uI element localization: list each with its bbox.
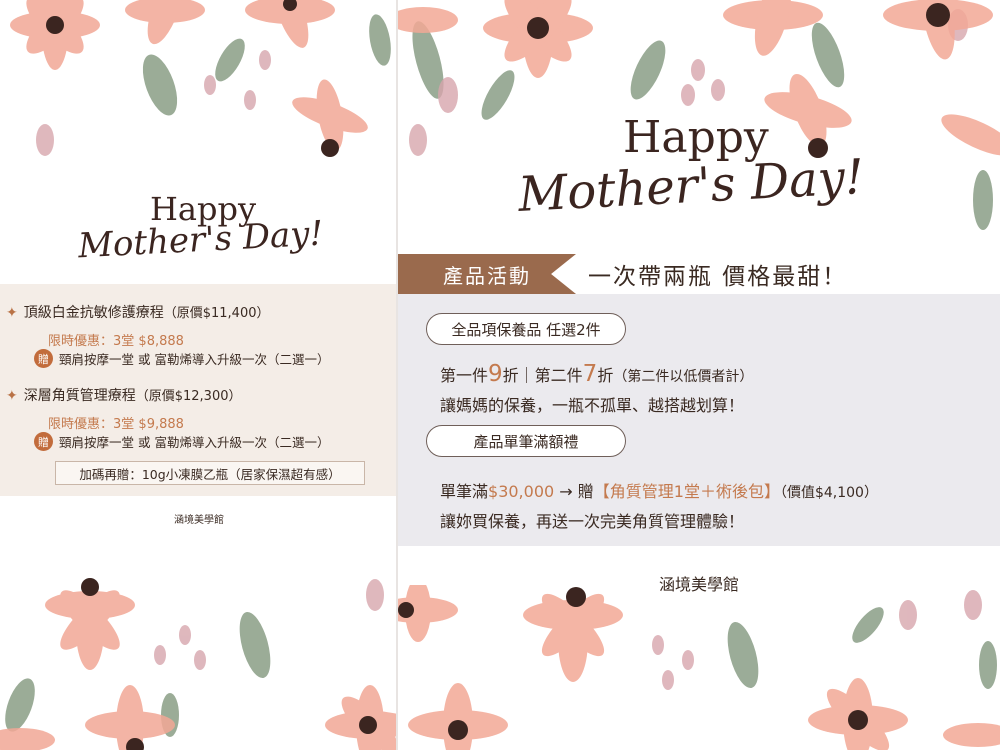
banner-product-event: 產品活動	[398, 254, 576, 294]
offer-line-2: 限時優惠：3堂 $9,888	[48, 417, 184, 432]
brand-name: 涵境美學館	[658, 575, 739, 594]
pill-all-products: 全品項保養品 任選2件	[426, 313, 626, 345]
slogan-line-1: 讓媽媽的保養，一瓶不孤單、越搭越划算！	[440, 396, 745, 415]
gift-line-1: 贈頸肩按摩一堂 或 富勒烯導入升級一次（二選一）	[34, 349, 329, 368]
pill-spend-gift: 產品單筆滿額禮	[426, 425, 626, 457]
flower-decoration-top	[0, 0, 398, 170]
flower-decoration-bottom	[0, 575, 398, 750]
discount-line: 第一件9折｜第二件7折（第二件以低價者計）	[440, 361, 754, 387]
heading-mothers-day: Mother's Day!	[516, 148, 866, 224]
gift-badge: 贈	[34, 432, 53, 451]
diamond-bullet-icon: ✦	[6, 388, 18, 404]
left-poster: Happy Mother's Day! ✦ 頂級白金抗敏修護療程（原價$11,40…	[0, 0, 398, 750]
brand-name: 涵境美學館	[174, 515, 224, 526]
offer-line-1: 限時優惠：3堂 $8,888	[48, 334, 184, 349]
item-title-1: ✦ 頂級白金抗敏修護療程（原價$11,400）	[6, 305, 270, 321]
gift-badge: 贈	[34, 349, 53, 368]
item-title-2: ✦ 深層角質管理療程（原價$12,300）	[6, 388, 242, 404]
gift-line-2: 贈頸肩按摩一堂 或 富勒烯導入升級一次（二選一）	[34, 432, 329, 451]
flower-decoration-bottom	[398, 585, 1000, 750]
headline: 一次帶兩瓶 價格最甜！	[588, 264, 848, 290]
slogan-line-2: 讓妳買保養，再送一次完美角質管理體驗！	[440, 512, 745, 531]
diamond-bullet-icon: ✦	[6, 305, 18, 321]
spend-gift-line: 單筆滿$30,000 → 贈【角質管理1堂＋術後包】（價值$4,100）	[440, 482, 878, 501]
bonus-gift: 加碼再贈：10g小凍膜乙瓶（居家保濕超有感）	[55, 461, 365, 485]
right-poster: Happy Mother's Day! 產品活動 一次帶兩瓶 價格最甜！ 全品項…	[398, 0, 1000, 750]
heading-mothers-day: Mother's Day!	[77, 213, 325, 267]
